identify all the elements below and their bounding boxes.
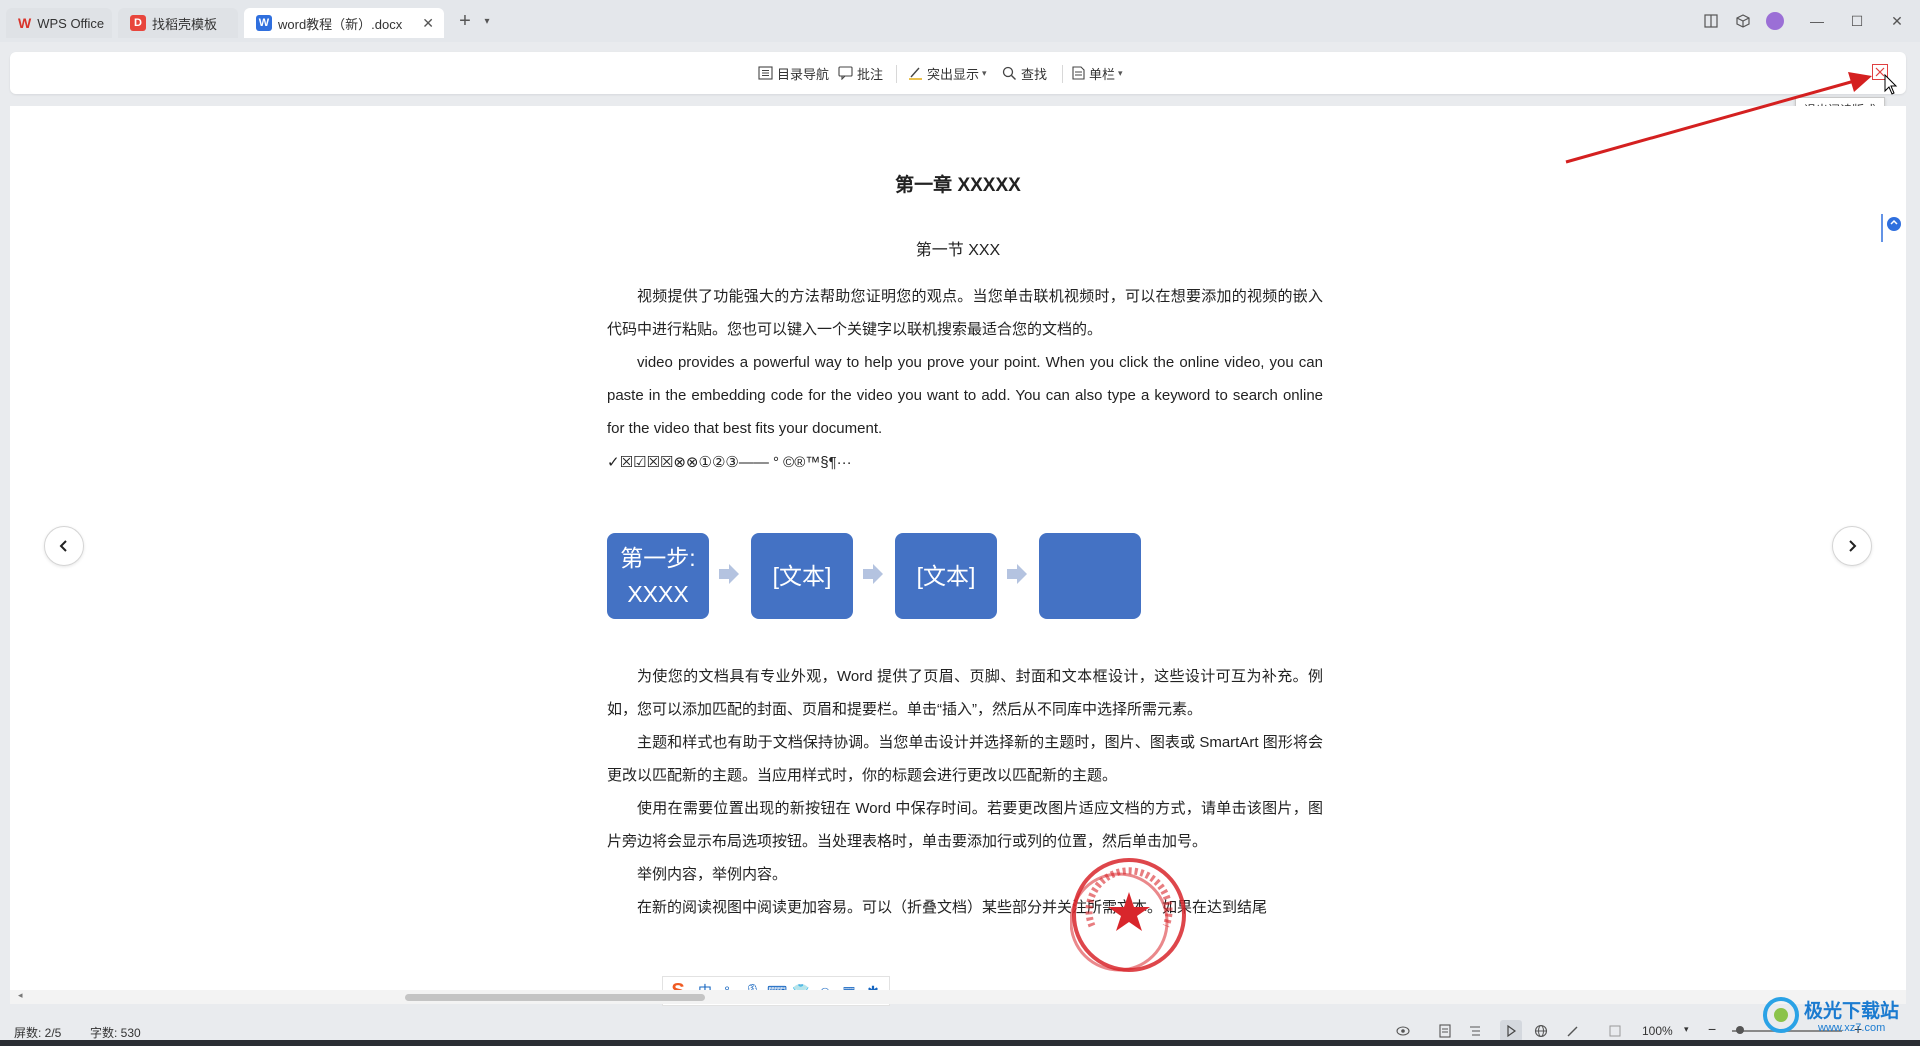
column-button[interactable]: 单栏 ▾ <box>1072 64 1123 82</box>
flow-box-text: XXXX <box>627 581 689 607</box>
symbols-line: ✓☒☑☒☒⊗⊗①②③—— ° ©®™§¶··· <box>607 454 852 471</box>
chevron-down-icon[interactable]: ▾ <box>478 12 496 30</box>
paragraph: video provides a powerful way to help yo… <box>607 354 1323 437</box>
divider <box>896 65 897 83</box>
watermark-logo-icon <box>1763 997 1799 1033</box>
chevron-down-icon: ▾ <box>1118 67 1123 78</box>
paragraph: 视频提供了功能强大的方法帮助您证明您的观点。当您单击联机视频时，可以在想要添加的… <box>607 288 1323 338</box>
column-label: 单栏 <box>1089 66 1116 82</box>
zoom-level[interactable]: 100% <box>1642 1024 1673 1038</box>
mouse-cursor-icon <box>1884 74 1898 95</box>
tab-label: word教程（新）.docx <box>278 16 403 32</box>
prev-page-button[interactable] <box>44 526 84 566</box>
scroll-left-icon[interactable]: ◂ <box>18 990 23 1001</box>
paragraph: 使用在需要位置出现的新按钮在 Word 中保存时间。若要更改图片适应文档的方式，… <box>607 800 1323 850</box>
flow-box-text: 第一步: <box>620 545 696 571</box>
horizontal-scrollbar[interactable]: ◂ <box>10 990 1906 1004</box>
page-icon <box>1072 66 1085 80</box>
flow-box-step2: [文本] <box>751 533 853 619</box>
maximize-icon[interactable]: ☐ <box>1848 12 1866 30</box>
paragraph: 举例内容，举例内容。 <box>637 866 788 883</box>
close-tab-icon[interactable]: ✕ <box>422 15 434 32</box>
avatar[interactable] <box>1766 12 1784 30</box>
divider <box>1062 65 1063 83</box>
reading-view-button[interactable] <box>1500 1020 1522 1042</box>
paragraph: 在新的阅读视图中阅读更加容易。可以（折叠文档）某些部分并关注所需文本。如果在达到… <box>637 899 1268 916</box>
tab-label: 找稻壳模板 <box>152 16 218 32</box>
comment-icon <box>838 66 853 80</box>
close-window-icon[interactable]: ✕ <box>1888 12 1906 30</box>
highlighter-icon <box>909 67 922 80</box>
reading-toolbar: 目录导航 批注 突出显示 ▾ 查找 单栏 ▾ <box>10 52 1906 94</box>
watermark-url: www.xz7.com <box>1818 1022 1886 1034</box>
docer-logo-icon: D <box>130 15 146 31</box>
paragraph: 为使您的文档具有专业外观，Word 提供了页眉、页脚、封面和文本框设计，这些设计… <box>607 668 1323 718</box>
zoom-out-icon[interactable]: − <box>1708 1021 1716 1037</box>
toc-nav-label: 目录导航 <box>777 66 830 82</box>
toc-nav-button[interactable]: 目录导航 <box>758 64 829 82</box>
next-page-button[interactable] <box>1832 526 1872 566</box>
flow-arrow-icon <box>719 564 739 584</box>
tab-label: WPS Office <box>37 15 105 31</box>
comment-label: 批注 <box>857 66 884 82</box>
highlight-label: 突出显示 <box>927 66 980 82</box>
word-doc-icon: W <box>256 15 272 31</box>
play-icon <box>1507 1024 1517 1038</box>
web-view-icon[interactable] <box>1534 1024 1548 1038</box>
chevron-left-icon <box>59 540 67 552</box>
zoom-chevron-icon[interactable]: ▾ <box>1684 1024 1689 1035</box>
tab-word-doc[interactable]: W word教程（新）.docx ✕ <box>244 8 444 38</box>
scrollbar-thumb[interactable] <box>405 994 705 1001</box>
flow-box-text: [文本] <box>916 563 976 589</box>
document-page: 第一章 XXXXX 第一节 XXX 视频提供了功能强大的方法帮助您证明您的观点。… <box>10 106 1906 990</box>
tab-docer[interactable]: D 找稻壳模板 <box>118 8 238 38</box>
window-bottom-strip <box>0 1040 1920 1046</box>
cube-icon[interactable] <box>1734 12 1752 30</box>
chapter-heading: 第一章 XXXXX <box>895 175 1021 196</box>
flow-arrow-icon <box>863 564 883 584</box>
outline-view-icon[interactable] <box>1468 1024 1482 1038</box>
find-label: 查找 <box>1021 66 1048 82</box>
flow-box-step4 <box>1039 533 1141 619</box>
chevron-down-icon: ▾ <box>982 67 987 78</box>
bookmark-tab-icon[interactable] <box>1876 212 1904 244</box>
tab-bar: W WPS Office D 找稻壳模板 W word教程（新）.docx ✕ … <box>0 0 1920 42</box>
company-seal-stamp <box>1070 858 1186 972</box>
flow-box-step1: 第一步: XXXX <box>607 533 709 619</box>
page-view-icon[interactable] <box>1438 1024 1452 1038</box>
word-count[interactable]: 字数: 530 <box>90 1024 141 1041</box>
fit-page-icon[interactable] <box>1608 1024 1622 1038</box>
chevron-right-icon <box>1849 540 1857 552</box>
find-button[interactable]: 查找 <box>1002 64 1047 82</box>
search-icon <box>1002 66 1016 80</box>
minimize-icon[interactable]: — <box>1808 12 1826 30</box>
comment-button[interactable]: 批注 <box>838 64 883 82</box>
pen-icon[interactable] <box>1566 1024 1580 1038</box>
site-watermark: 极光下载站 www.xz7.com <box>1758 990 1918 1042</box>
paragraph: 主题和样式也有助于文档保持协调。当您单击设计并选择新的主题时，图片、图表或 Sm… <box>607 734 1323 784</box>
highlight-button[interactable]: 突出显示 ▾ <box>908 64 987 82</box>
flow-arrow-icon <box>1007 564 1027 584</box>
wps-logo-icon: W <box>18 15 32 31</box>
new-tab-plus-icon[interactable]: + <box>456 10 474 32</box>
flow-box-text: [文本] <box>772 563 832 589</box>
eye-icon[interactable] <box>1396 1024 1410 1038</box>
zoom-slider-handle[interactable] <box>1736 1026 1744 1034</box>
flow-box-step3: [文本] <box>895 533 997 619</box>
section-heading: 第一节 XXX <box>915 242 1001 259</box>
watermark-title: 极光下载站 <box>1804 1001 1900 1022</box>
layout-icon[interactable] <box>1702 12 1720 30</box>
tab-wps-office[interactable]: W WPS Office <box>6 8 112 38</box>
screen-count: 屏数: 2/5 <box>14 1026 62 1040</box>
toc-icon <box>758 66 773 80</box>
